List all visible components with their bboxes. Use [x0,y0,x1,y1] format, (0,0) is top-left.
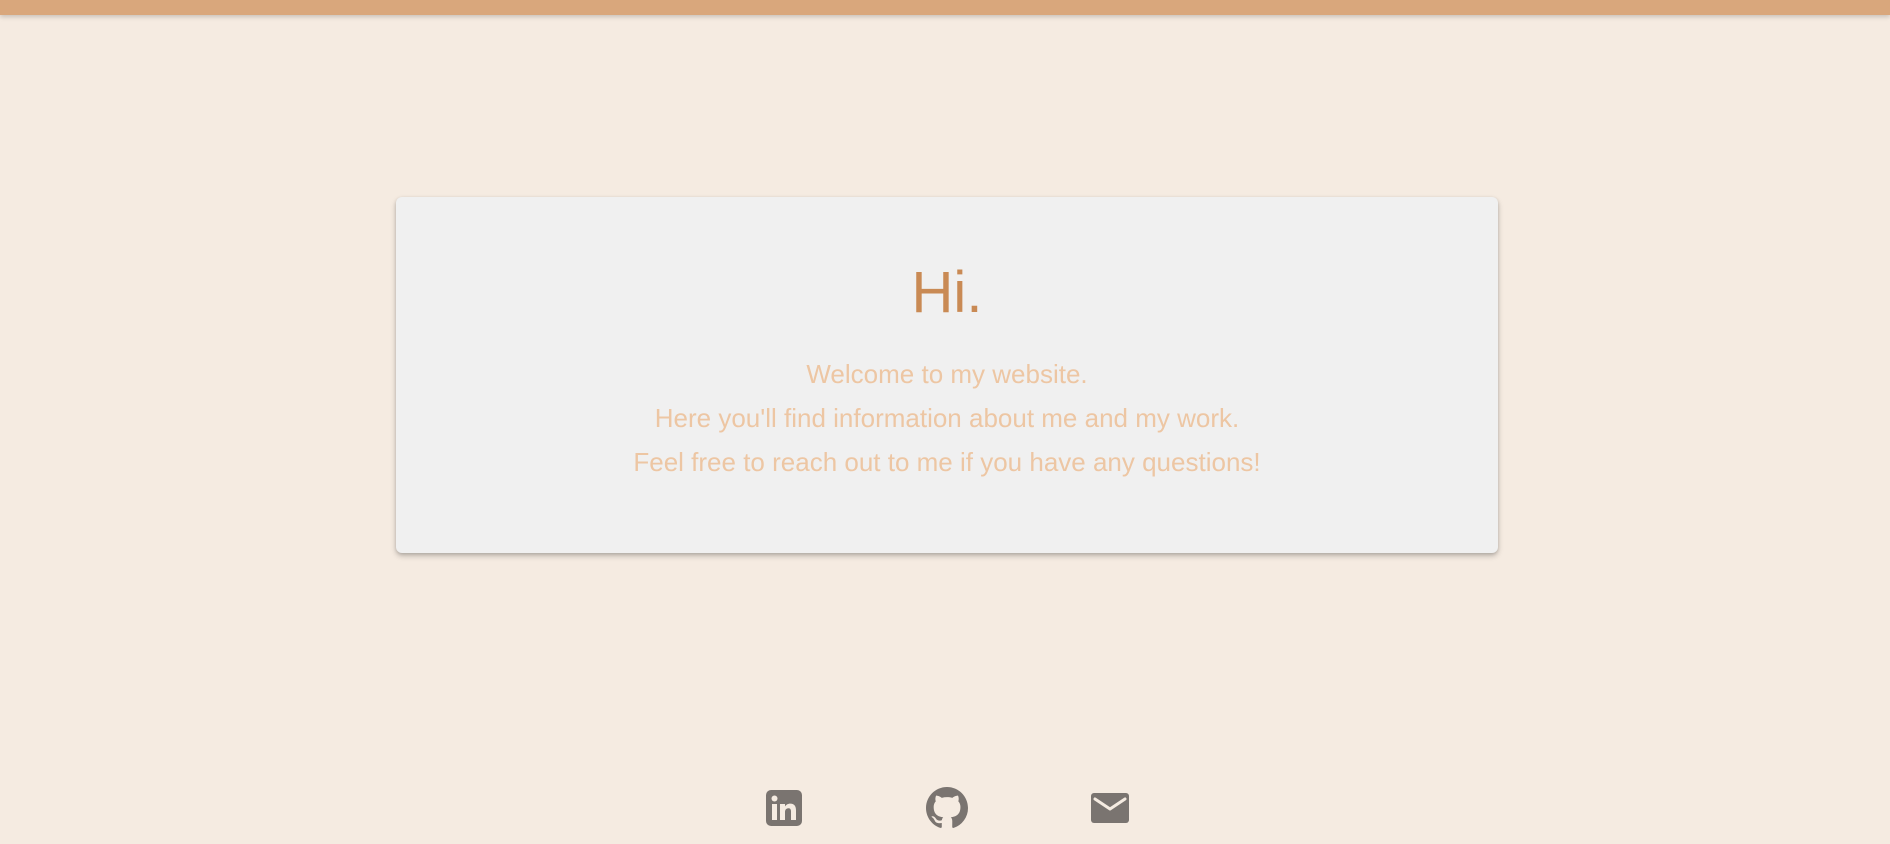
github-link[interactable] [926,787,968,829]
intro-text: Welcome to my website. Here you'll find … [396,352,1498,484]
greeting-heading: Hi. [911,260,983,325]
mail-icon [1090,791,1130,825]
email-link[interactable] [1089,787,1131,829]
github-icon [926,787,968,829]
intro-card: Hi. Welcome to my website. Here you'll f… [396,197,1498,553]
intro-line-contact: Feel free to reach out to me if you have… [633,447,1261,477]
intro-line-info: Here you'll find information about me an… [654,403,1240,433]
intro-line-welcome: Welcome to my website. [806,359,1088,389]
top-bar [0,0,1890,15]
linkedin-icon [766,790,802,826]
linkedin-link[interactable] [763,787,805,829]
